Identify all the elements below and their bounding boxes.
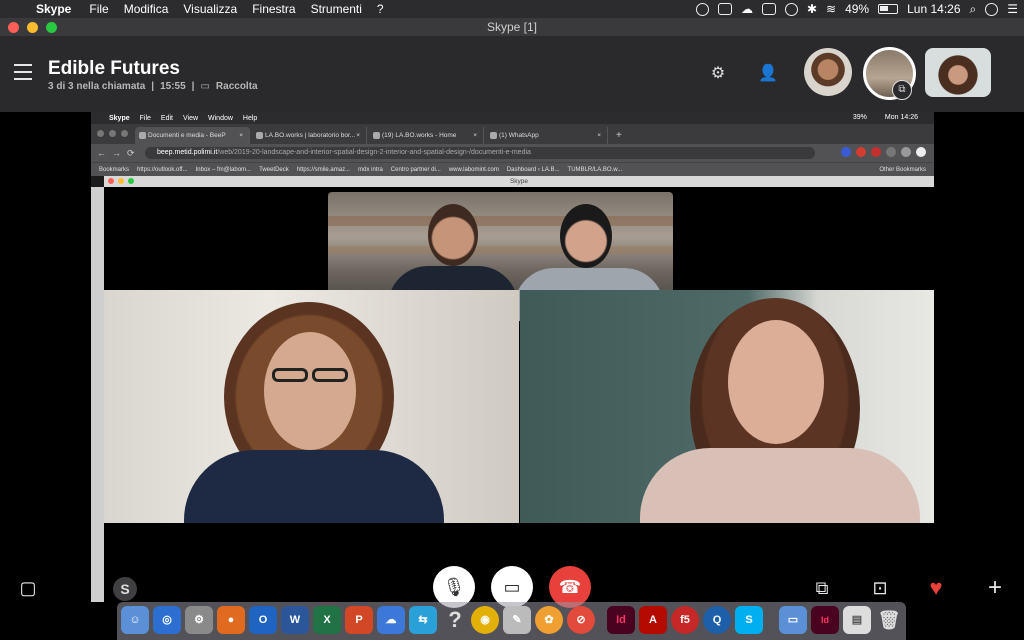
browser-url: beep.metid.polimi.it/web/2019-20-landsca… [145, 147, 815, 159]
macos-dock: ☺ ◎ ⚙ ● O W X P ☁ ⇆ ? ◉ ✎ ✿ ⊘ Id A f5 Q … [117, 602, 906, 640]
dock-skype-icon[interactable]: S [735, 606, 763, 634]
user-avatar-icon[interactable] [985, 2, 999, 16]
dock-finder-icon[interactable]: ☺ [121, 606, 149, 634]
dock-folder-icon[interactable]: ▭ [779, 606, 807, 634]
shared-menu-window: Window [208, 114, 233, 122]
browser-toolbar: ←→⟳ beep.metid.polimi.it/web/2019-20-lan… [91, 144, 934, 162]
spotlight-icon[interactable]: ⌕ [970, 2, 977, 17]
gallery-icon: ▭ [200, 81, 210, 92]
skype-status-icon[interactable] [695, 2, 709, 16]
settings-gear-icon[interactable]: ⚙ [706, 62, 730, 86]
dock-f5-icon[interactable]: f5 [671, 606, 699, 634]
close-window-button[interactable] [8, 22, 19, 33]
dock-photos-icon[interactable]: ✿ [535, 606, 563, 634]
dock-safari-icon[interactable]: ◎ [153, 606, 181, 634]
shared-mac-menubar: Skype File Edit View Window Help 39% Mon… [91, 112, 934, 124]
dock-acrobat-icon[interactable]: A [639, 606, 667, 634]
self-preview-video[interactable] [925, 48, 991, 97]
skype-logo-icon: S [113, 577, 137, 601]
dock-outlook-icon[interactable]: O [249, 606, 277, 634]
switch-window-icon[interactable]: ⧉ [810, 576, 834, 600]
new-tab-icon: + [616, 130, 622, 141]
video-camera-icon: ▭ [503, 577, 521, 597]
time-machine-icon[interactable] [784, 2, 798, 16]
browser-tabstrip: Documenti e media - BeeP × LA.BO.works | … [91, 124, 934, 144]
screen: { "menubar": { "app": "Skype", "items": … [0, 0, 1024, 640]
dock-word-icon[interactable]: W [281, 606, 309, 634]
dock-onedrive-icon[interactable]: ☁ [377, 606, 405, 634]
participants-count: 3 di 3 nella chiamata [48, 81, 146, 92]
battery-percent: 49% [845, 2, 870, 16]
menu-file[interactable]: File [89, 0, 108, 18]
cloud-icon[interactable]: ☁ [741, 2, 753, 16]
gallery-label[interactable]: Raccolta [216, 81, 258, 92]
shared-menu-edit: Edit [160, 114, 173, 122]
window-titlebar: Skype [1] [0, 18, 1024, 36]
window-title: Skype [1] [486, 20, 538, 34]
shared-battery: 39% [852, 114, 867, 121]
dock-quicktime-icon[interactable]: Q [703, 606, 731, 634]
hamburger-menu-icon[interactable] [14, 64, 32, 85]
airplay-icon[interactable] [761, 3, 776, 15]
shared-clock: Mon 14:26 [884, 114, 918, 121]
chat-toggle-icon[interactable]: ▢ [16, 576, 40, 600]
dock-powerpoint-icon[interactable]: P [345, 606, 373, 634]
video-tile-left[interactable] [104, 290, 519, 523]
menu-help[interactable]: ? [377, 0, 384, 18]
chat-title[interactable]: Edible Futures [48, 58, 180, 80]
menu-visualizza[interactable]: Visualizza [183, 0, 237, 18]
call-subtitle: 3 di 3 nella chiamata | 15:55 | ▭ Raccol… [48, 81, 258, 92]
zoom-window-button[interactable] [46, 22, 57, 33]
browser-tab-labo: LA.BO.works | laboratorio bor... × [252, 127, 367, 144]
add-participant-icon[interactable]: 👤 [756, 62, 780, 86]
screenshot-icon[interactable]: ⊡ [868, 576, 892, 600]
dock-news-icon[interactable]: ⊘ [567, 606, 595, 634]
shared-menu-view: View [182, 114, 199, 122]
mac-menubar: Skype File Modifica Visualizza Finestra … [0, 0, 1024, 18]
video-tile-right[interactable] [520, 290, 934, 523]
menu-finestra[interactable]: Finestra [252, 0, 295, 18]
extension-icon[interactable] [717, 3, 732, 15]
dock-chrome-icon[interactable]: ◉ [471, 606, 499, 634]
wifi-icon[interactable]: ≋ [826, 2, 836, 16]
dock-indd-file-icon[interactable]: Id [811, 606, 839, 634]
bookmarks-bar: Bookmarks https://outlook.off... Inbox –… [91, 162, 934, 176]
participant-avatar-1[interactable] [804, 48, 852, 96]
add-more-icon[interactable]: + [983, 576, 1007, 600]
notification-center-icon[interactable]: ☰ [1007, 2, 1018, 16]
dock-unknown-icon[interactable]: ? [441, 606, 469, 634]
shared-menu-file: File [139, 114, 151, 122]
screen-share-badge-icon: ⧉ [892, 80, 912, 100]
browser-extensions [841, 147, 926, 157]
dock-document-icon[interactable]: ▤ [843, 606, 871, 634]
menu-app-name[interactable]: Skype [36, 0, 71, 18]
end-call-icon: ☎ [558, 577, 582, 597]
bluetooth-icon[interactable]: ✱ [807, 2, 817, 16]
shared-menu-help: Help [242, 114, 258, 122]
dock-teamviewer-icon[interactable]: ⇆ [409, 606, 437, 634]
dock-excel-icon[interactable]: X [313, 606, 341, 634]
shared-menu-app: Skype [109, 114, 130, 122]
heart-reaction-icon[interactable]: ♥ [924, 576, 948, 600]
browser-tab-beep: Documenti e media - BeeP × [135, 127, 250, 144]
menu-modifica[interactable]: Modifica [124, 0, 169, 18]
browser-tab-whatsapp: (1) WhatsApp × [486, 127, 608, 144]
menu-strumenti[interactable]: Strumenti [311, 0, 362, 18]
battery-icon[interactable] [878, 4, 899, 14]
microphone-icon: 🎙 [442, 577, 466, 597]
dock-firefox-icon[interactable]: ● [217, 606, 245, 634]
browser-tab-facebook: (19) LA.BO.works - Home × [369, 127, 484, 144]
dock-indesign-icon[interactable]: Id [607, 606, 635, 634]
dock-settings-icon[interactable]: ⚙ [185, 606, 213, 634]
clock[interactable]: Lun 14:26 [907, 2, 960, 16]
minimize-window-button[interactable] [27, 22, 38, 33]
shared-skype-window-title: Skype [104, 176, 934, 187]
call-duration: 15:55 [160, 81, 186, 92]
browser-nav-icons: ←→⟳ [97, 148, 141, 158]
dock-trash-icon[interactable]: 🗑 [875, 606, 903, 634]
dock-preview-icon[interactable]: ✎ [503, 606, 531, 634]
